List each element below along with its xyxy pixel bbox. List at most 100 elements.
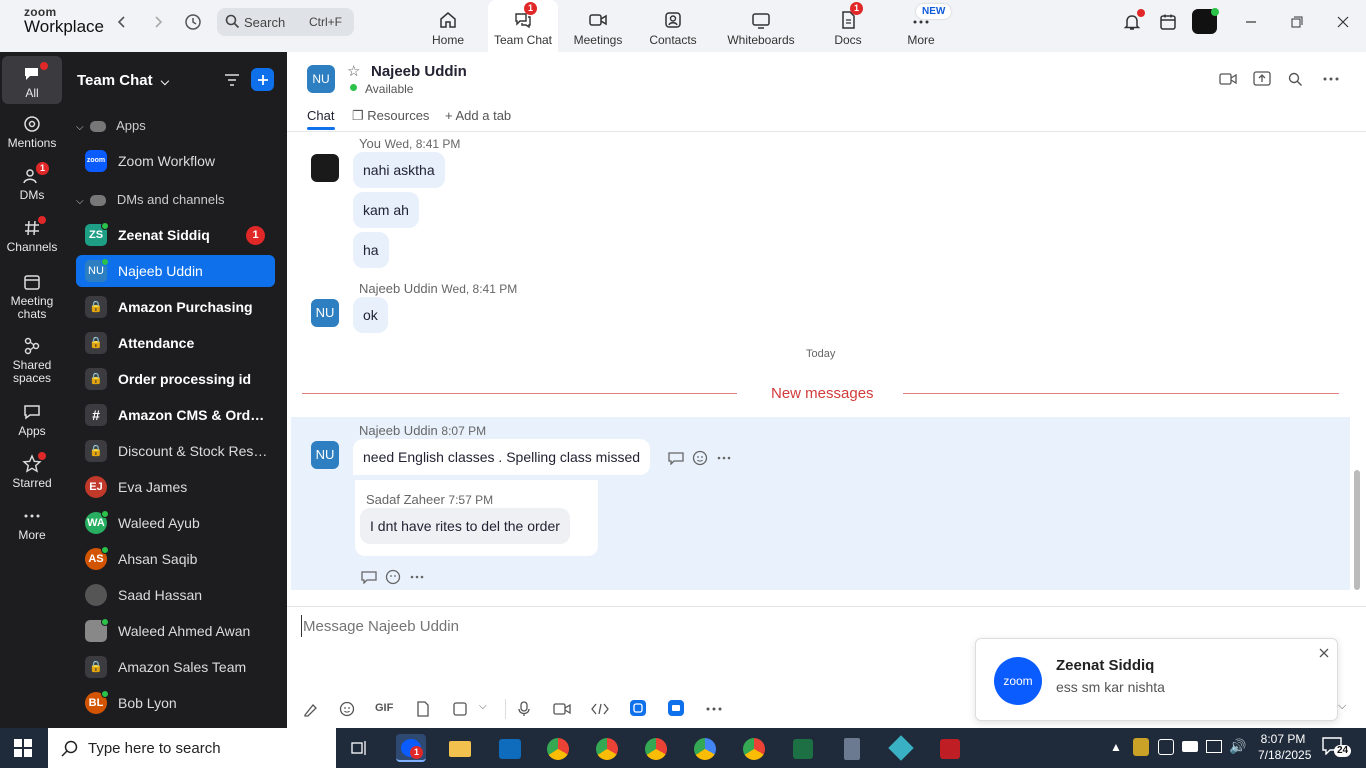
sidebar-title[interactable]: Team Chat ⌵ xyxy=(77,72,169,89)
taskbar-outlook[interactable] xyxy=(494,734,524,762)
rail-item-apps[interactable]: Apps xyxy=(2,402,62,438)
list-item-attendance[interactable]: 🔒 Attendance xyxy=(76,327,275,359)
notification-toast[interactable]: zoom Zeenat Siddiq ess sm kar nishta xyxy=(975,638,1338,721)
emoji-reaction-icon[interactable] xyxy=(383,568,403,586)
rail-item-more[interactable]: More xyxy=(2,506,62,542)
list-item-waleed-ayub[interactable]: WA Waleed Ayub xyxy=(76,507,275,539)
rail-item-mentions[interactable]: Mentions xyxy=(2,114,62,150)
rail-item-channels[interactable]: Channels xyxy=(2,216,62,254)
taskbar-filezilla[interactable] xyxy=(935,734,965,762)
najeeb-avatar[interactable]: NU xyxy=(311,441,339,469)
emoji-reaction-icon[interactable] xyxy=(690,449,710,467)
emoji-icon[interactable] xyxy=(338,699,356,719)
tray-app-icon[interactable] xyxy=(1158,739,1174,755)
message-bubble[interactable]: ha xyxy=(353,232,389,268)
chevron-down-icon[interactable]: ⌵ xyxy=(479,701,487,712)
najeeb-avatar[interactable]: NU xyxy=(311,299,339,327)
user-avatar[interactable] xyxy=(1192,8,1219,34)
chevron-up-icon[interactable]: ▲ xyxy=(1110,740,1122,754)
list-item-zoom-workflow[interactable]: zoom Zoom Workflow xyxy=(76,145,275,177)
app-icon[interactable] xyxy=(668,700,684,716)
taskbar-clock[interactable]: 8:07 PM 7/18/2025 xyxy=(1258,731,1311,763)
new-chat-button[interactable] xyxy=(251,68,274,91)
chat-scrollbar[interactable] xyxy=(1354,470,1360,590)
list-item-amazon-cms[interactable]: # Amazon CMS & Order... xyxy=(76,399,275,431)
close-icon[interactable] xyxy=(1316,645,1332,661)
rail-item-shared-spaces[interactable]: Shared spaces xyxy=(2,336,62,385)
format-icon[interactable] xyxy=(301,699,319,719)
list-item-bob-lyon[interactable]: BL Bob Lyon xyxy=(76,687,275,719)
tray-app-icon[interactable] xyxy=(1133,738,1149,756)
more-options-icon[interactable] xyxy=(705,699,723,719)
reply-icon[interactable] xyxy=(359,568,379,586)
message-bubble[interactable]: kam ah xyxy=(353,192,419,228)
tab-whiteboards[interactable]: Whiteboards xyxy=(718,0,804,52)
filter-icon[interactable] xyxy=(222,70,242,90)
share-screen-icon[interactable] xyxy=(1251,69,1273,89)
taskbar-file-explorer[interactable] xyxy=(444,734,474,762)
screenshot-icon[interactable] xyxy=(451,699,469,719)
list-item-order-processing-id[interactable]: 🔒 Order processing id xyxy=(76,363,275,395)
task-view-icon[interactable] xyxy=(349,738,371,758)
contact-name[interactable]: Najeeb Uddin xyxy=(371,63,467,80)
list-item-waleed-ahmed-awan[interactable]: Waleed Ahmed Awan xyxy=(76,615,275,647)
taskbar-zoom-app[interactable]: 1 xyxy=(396,734,426,762)
gif-button[interactable]: GIF xyxy=(375,702,393,714)
message-bubble[interactable]: need English classes . Spelling class mi… xyxy=(353,439,651,475)
list-item-najeeb-uddin[interactable]: NU Najeeb Uddin xyxy=(76,255,275,287)
search-icon[interactable] xyxy=(1284,69,1306,89)
volume-icon[interactable]: 🔊 xyxy=(1229,738,1246,755)
notifications-bell-icon[interactable] xyxy=(1120,9,1145,33)
video-message-icon[interactable] xyxy=(552,699,572,719)
minimize-icon[interactable] xyxy=(1239,12,1263,32)
reply-icon[interactable] xyxy=(666,449,686,467)
taskbar-chrome[interactable] xyxy=(739,734,769,762)
tab-team-chat[interactable]: 1 Team Chat xyxy=(488,0,558,52)
you-avatar[interactable] xyxy=(311,154,339,182)
more-options-icon[interactable] xyxy=(1320,69,1342,89)
list-item-amazon-sales-team[interactable]: 🔒 Amazon Sales Team xyxy=(76,651,275,683)
chevron-down-icon[interactable]: ⌵ xyxy=(1338,700,1346,713)
video-call-icon[interactable] xyxy=(1217,70,1239,88)
rail-item-starred[interactable]: Starred xyxy=(2,452,62,490)
quoted-message[interactable]: Sadaf Zaheer 7:57 PM I dnt have rites to… xyxy=(355,480,598,556)
windows-start-icon[interactable] xyxy=(12,738,34,758)
message-bubble[interactable]: nahi asktha xyxy=(353,152,445,188)
taskbar-app[interactable] xyxy=(886,734,916,762)
taskbar-search[interactable]: Type here to search xyxy=(48,728,336,768)
rail-item-all[interactable]: All xyxy=(2,56,62,104)
tab-meetings[interactable]: Meetings xyxy=(563,0,633,52)
forward-arrow-icon[interactable] xyxy=(146,10,170,34)
list-item-discount-stock[interactable]: 🔒 Discount & Stock Reser... xyxy=(76,435,275,467)
calendar-icon[interactable] xyxy=(1156,11,1180,33)
list-item-saad-hassan[interactable]: Saad Hassan xyxy=(76,579,275,611)
tab-chat[interactable]: Chat xyxy=(307,108,334,123)
star-icon[interactable]: ☆ xyxy=(347,62,360,80)
battery-icon[interactable] xyxy=(1182,741,1198,752)
tab-docs[interactable]: 1 Docs xyxy=(813,0,883,52)
rail-item-meeting-chats[interactable]: Meeting chats xyxy=(2,272,62,321)
tab-add-tab[interactable]: + Add a tab xyxy=(445,108,511,123)
taskbar-chrome[interactable] xyxy=(641,734,671,762)
rail-item-dms[interactable]: DMs 1 xyxy=(2,162,62,202)
restore-icon[interactable] xyxy=(1285,12,1309,32)
search-box[interactable]: Search Ctrl+F xyxy=(217,8,354,36)
taskbar-chrome[interactable] xyxy=(690,734,720,762)
section-apps[interactable]: ⌵ Apps xyxy=(76,118,146,133)
message-input[interactable] xyxy=(301,615,951,637)
tab-contacts[interactable]: Contacts xyxy=(638,0,708,52)
file-icon[interactable] xyxy=(414,699,432,719)
code-snippet-icon[interactable] xyxy=(590,699,610,719)
list-item-ahsan-saqib[interactable]: AS Ahsan Saqib xyxy=(76,543,275,575)
more-options-icon[interactable] xyxy=(407,568,427,586)
taskbar-calculator[interactable] xyxy=(837,734,867,762)
contact-avatar[interactable]: NU xyxy=(307,65,335,93)
microphone-icon[interactable] xyxy=(515,699,533,719)
list-item-amazon-purchasing[interactable]: 🔒 Amazon Purchasing xyxy=(76,291,275,323)
taskbar-chrome[interactable] xyxy=(592,734,622,762)
more-options-icon[interactable] xyxy=(714,449,734,467)
notification-center-icon[interactable]: 24 xyxy=(1322,737,1352,759)
close-icon[interactable] xyxy=(1331,12,1355,32)
taskbar-excel[interactable] xyxy=(788,734,818,762)
back-arrow-icon[interactable] xyxy=(110,10,134,34)
